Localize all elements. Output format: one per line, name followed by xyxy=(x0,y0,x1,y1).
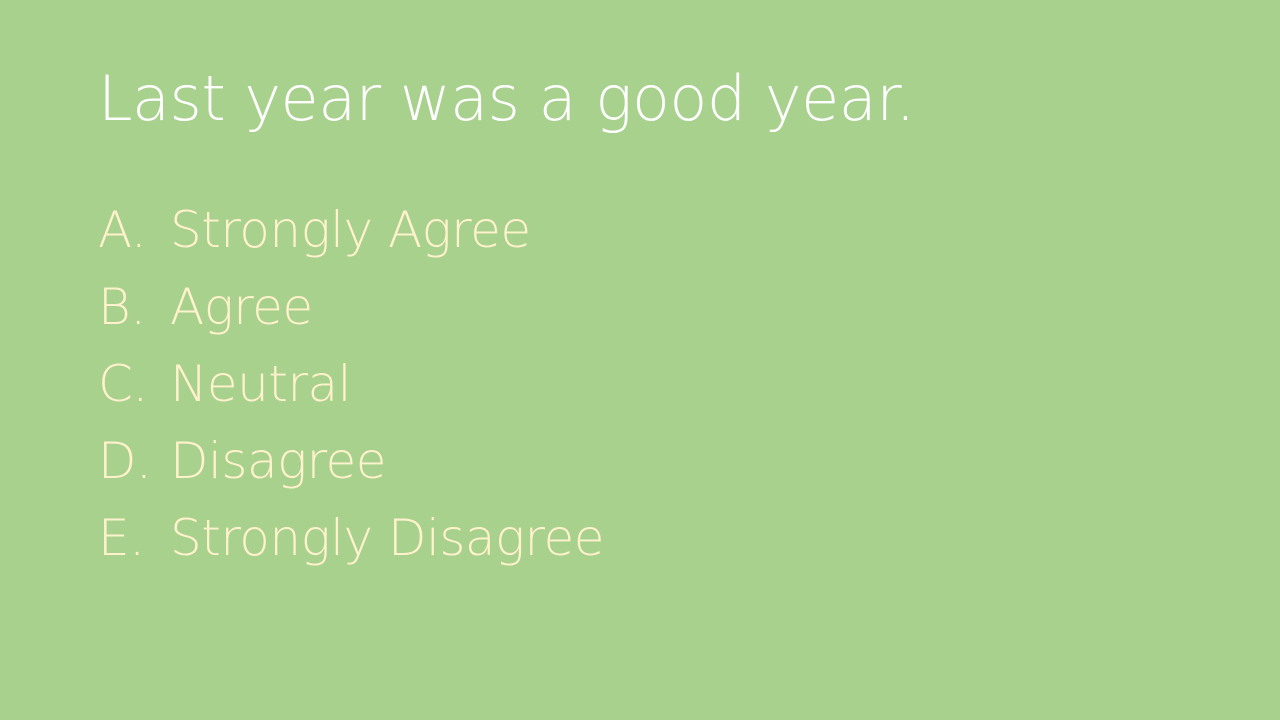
slide: Last year was a good year. A. Strongly A… xyxy=(0,0,1280,720)
option-letter: C. xyxy=(98,355,148,413)
option-text: Strongly Disagree xyxy=(170,509,605,567)
option-letter: A. xyxy=(98,201,147,259)
option-text: Agree xyxy=(170,278,313,336)
option-text: Strongly Agree xyxy=(170,201,531,259)
answer-option-c: C. Neutral xyxy=(98,346,604,423)
option-text: Disagree xyxy=(170,432,387,490)
answer-options-list: A. Strongly Agree B. Agree C. Neutral D.… xyxy=(98,192,605,577)
option-letter: B. xyxy=(98,278,146,336)
option-letter: E. xyxy=(98,509,145,567)
answer-option-d: D. Disagree xyxy=(98,423,604,500)
option-letter: D. xyxy=(98,432,152,490)
option-text: Neutral xyxy=(170,355,352,413)
answer-option-b: B. Agree xyxy=(98,269,604,346)
answer-option-e: E. Strongly Disagree xyxy=(98,500,605,577)
answer-option-a: A. Strongly Agree xyxy=(98,192,604,269)
slide-title: Last year was a good year. xyxy=(98,62,915,135)
